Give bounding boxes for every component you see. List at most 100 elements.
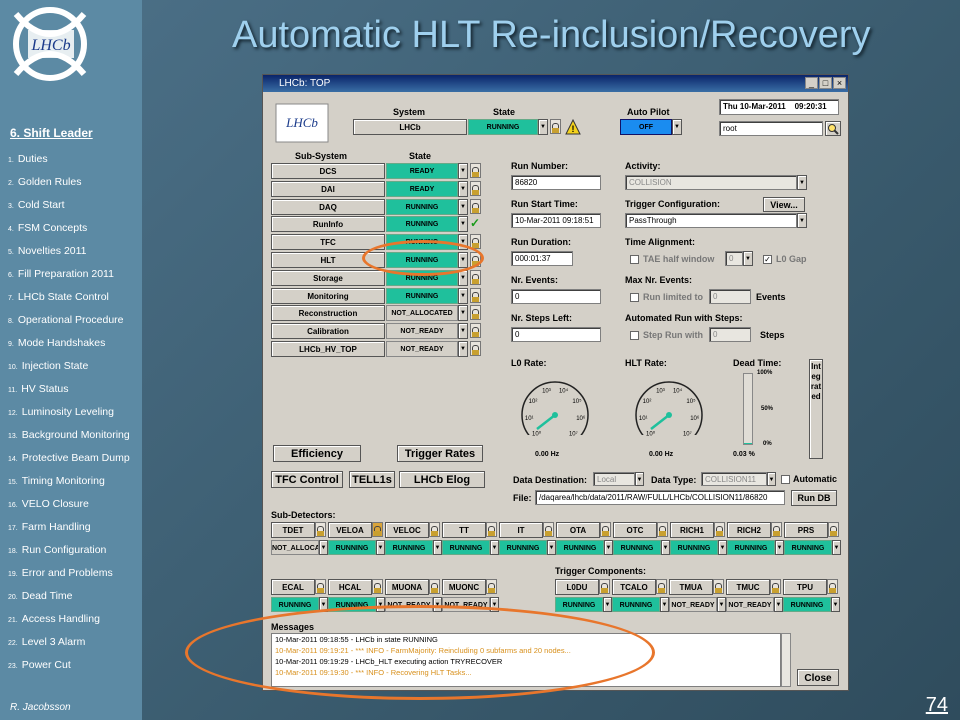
run-number-field[interactable]: 86820 [511, 175, 601, 190]
toc-item[interactable]: 11. HV Status [8, 380, 130, 403]
toc-item[interactable]: 3. Cold Start [8, 196, 130, 219]
subdet-lock-icon[interactable] [714, 522, 725, 537]
system-button[interactable]: LHCb [353, 119, 467, 135]
data-type-select[interactable]: COLLISION11 [701, 472, 767, 486]
toc-item[interactable]: 1. Duties [8, 150, 130, 173]
subdet-lock-icon[interactable] [543, 522, 554, 537]
subsystem-lock-icon[interactable] [470, 269, 481, 285]
subdet-button[interactable]: VELOC [385, 522, 429, 538]
toc-item[interactable]: 7. LHCb State Control [8, 288, 130, 311]
subsystem-button[interactable]: Calibration [271, 323, 385, 340]
efficiency-button[interactable]: Efficiency [273, 445, 361, 462]
step-run-checkbox[interactable] [630, 331, 639, 340]
subdet-lock-icon[interactable] [315, 579, 326, 594]
subdet-dropdown[interactable]: ▼ [376, 540, 385, 555]
trigcomp-button[interactable]: L0DU [555, 579, 599, 595]
subdet-button[interactable]: MUONA [385, 579, 429, 595]
toc-item[interactable]: 17. Farm Handling [8, 518, 130, 541]
trigcomp-dropdown[interactable]: ▼ [774, 597, 783, 612]
step-run-field[interactable]: 0 [709, 327, 751, 342]
tae-checkbox[interactable] [630, 255, 639, 264]
data-type-dropdown[interactable]: ▼ [767, 472, 776, 486]
subdet-button[interactable]: OTC [613, 522, 657, 538]
subdet-button[interactable]: OTA [556, 522, 600, 538]
subsystem-button[interactable]: Monitoring [271, 287, 385, 304]
subdet-button[interactable]: TDET [271, 522, 315, 538]
trigcomp-lock-icon[interactable] [599, 579, 610, 594]
activity-select[interactable]: COLLISION [625, 175, 797, 190]
subsystem-dropdown[interactable]: ▼ [458, 163, 468, 179]
trigcomp-lock-icon[interactable] [656, 579, 667, 594]
subdet-lock-icon[interactable] [657, 522, 668, 537]
rundb-button[interactable]: Run DB [791, 490, 837, 506]
subsystem-button[interactable]: Reconstruction [271, 305, 385, 322]
trigcomp-dropdown[interactable]: ▼ [831, 597, 840, 612]
subsystem-dropdown[interactable]: ▼ [458, 305, 468, 322]
activity-dropdown[interactable]: ▼ [797, 175, 807, 190]
toc-item[interactable]: 16. VELO Closure [8, 495, 130, 518]
toc-item[interactable]: 20. Dead Time [8, 587, 130, 610]
subsystem-lock-icon[interactable] [470, 180, 481, 196]
warning-icon[interactable]: ! [565, 118, 581, 135]
subdet-dropdown[interactable]: ▼ [604, 540, 613, 555]
subdet-button[interactable]: VELOA [328, 522, 372, 538]
close-button[interactable]: Close [797, 669, 839, 686]
subdet-lock-icon[interactable] [771, 522, 782, 537]
system-state-dropdown[interactable]: ▼ [538, 119, 548, 135]
toc-item[interactable]: 22. Level 3 Alarm [8, 633, 130, 656]
lhcb-elog-button[interactable]: LHCb Elog [399, 471, 485, 488]
subdet-dropdown[interactable]: ▼ [718, 540, 727, 555]
tae-field[interactable]: 0 [725, 251, 743, 266]
subsystem-dropdown[interactable]: ▼ [458, 323, 468, 340]
subdet-lock-icon[interactable] [372, 522, 383, 537]
trigcomp-lock-icon[interactable] [770, 579, 781, 594]
subdet-button[interactable]: IT [499, 522, 543, 538]
subdet-lock-icon[interactable] [429, 522, 440, 537]
toc-item[interactable]: 5. Novelties 2011 [8, 242, 130, 265]
trigger-rates-button[interactable]: Trigger Rates [397, 445, 483, 462]
subdet-button[interactable]: ECAL [271, 579, 315, 595]
toc-item[interactable]: 19. Error and Problems [8, 564, 130, 587]
subsystem-button[interactable]: TFC [271, 234, 385, 251]
toc-item[interactable]: 23. Power Cut [8, 656, 130, 679]
subsystem-lock-icon[interactable] [470, 198, 481, 214]
subsystem-button[interactable]: RunInfo [271, 216, 385, 233]
trigcomp-button[interactable]: TMUA [669, 579, 713, 595]
l0gap-checkbox[interactable]: ✓ [763, 255, 772, 264]
toc-item[interactable]: 21. Access Handling [8, 610, 130, 633]
trigcomp-dropdown[interactable]: ▼ [717, 597, 726, 612]
subdet-lock-icon[interactable] [429, 579, 440, 594]
run-limited-field[interactable]: 0 [709, 289, 751, 304]
subsystem-button[interactable]: LHCb_HV_TOP [271, 341, 385, 357]
subsystem-dropdown[interactable]: ▼ [458, 180, 468, 197]
toc-item[interactable]: 18. Run Configuration [8, 541, 130, 564]
subsystem-lock-icon[interactable] [470, 287, 481, 303]
subsystem-dropdown[interactable]: ▼ [458, 287, 468, 304]
subsystem-dropdown[interactable]: ▼ [458, 341, 468, 357]
subdet-lock-icon[interactable] [486, 579, 497, 594]
subdet-dropdown[interactable]: ▼ [490, 540, 499, 555]
toc-item[interactable]: 10. Injection State [8, 357, 130, 380]
subdet-button[interactable]: PRS [784, 522, 828, 538]
trigcomp-dropdown[interactable]: ▼ [603, 597, 612, 612]
subsystem-dropdown[interactable]: ▼ [458, 216, 468, 233]
view-button[interactable]: View... [763, 197, 805, 212]
toc-item[interactable]: 13. Background Monitoring [8, 426, 130, 449]
trigcomp-button[interactable]: TMUC [726, 579, 770, 595]
user-search-icon[interactable] [825, 121, 841, 136]
run-limited-checkbox[interactable] [630, 293, 639, 302]
toc-item[interactable]: 6. Fill Preparation 2011 [8, 265, 130, 288]
subdet-button[interactable]: RICH2 [727, 522, 771, 538]
toc-item[interactable]: 2. Golden Rules [8, 173, 130, 196]
subdet-dropdown[interactable]: ▼ [832, 540, 841, 555]
trigger-conf-select[interactable]: PassThrough [625, 213, 797, 228]
subdet-dropdown[interactable]: ▼ [433, 540, 442, 555]
messages-scrollbar[interactable] [781, 633, 791, 687]
subdet-lock-icon[interactable] [315, 522, 326, 537]
subsystem-lock-icon[interactable] [470, 305, 481, 321]
tfc-control-button[interactable]: TFC Control [271, 471, 343, 488]
subdet-button[interactable]: HCAL [328, 579, 372, 595]
trigcomp-dropdown[interactable]: ▼ [660, 597, 669, 612]
subsystem-button[interactable]: DAI [271, 180, 385, 197]
checkmark-icon[interactable]: ✓ [470, 216, 481, 232]
